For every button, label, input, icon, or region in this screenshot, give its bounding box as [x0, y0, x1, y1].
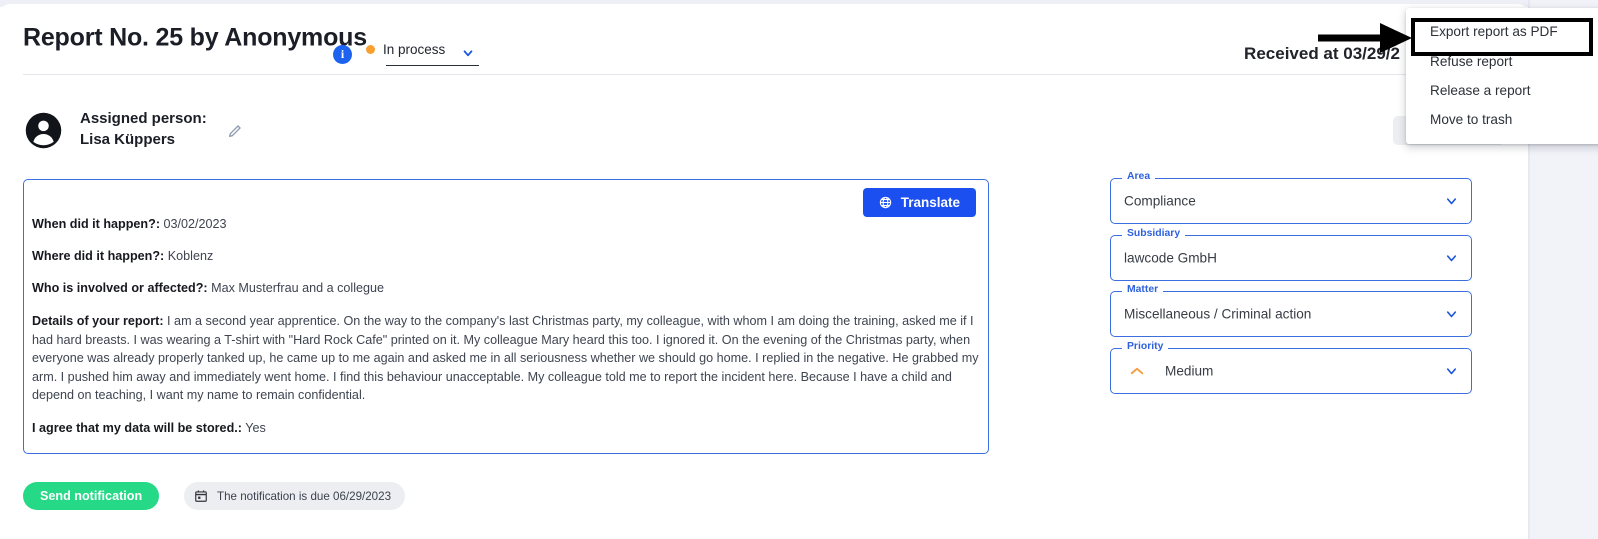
send-notification-button[interactable]: Send notification [23, 482, 160, 510]
report-field-consent-label: I agree that my data will be stored.: [32, 420, 242, 435]
area-select-legend: Area [1122, 171, 1156, 182]
received-date: Received at 03/29/2 [1244, 44, 1400, 63]
report-field-who-label: Who is involved or affected?: [32, 281, 208, 295]
subsidiary-select-legend: Subsidiary [1122, 228, 1186, 239]
pencil-icon[interactable] [227, 123, 243, 139]
report-field-where: Where did it happen?: Koblenz [32, 248, 982, 265]
header: Report No. 25 by Anonymous i In process … [0, 14, 1528, 68]
status-selector[interactable]: In process [366, 42, 445, 62]
info-icon[interactable]: i [333, 45, 352, 64]
notification-due-chip: The notification is due 06/29/2023 [184, 482, 406, 510]
matter-select-value: Miscellaneous / Criminal action [1124, 306, 1312, 322]
menu-item-export-pdf[interactable]: Export report as PDF [1406, 17, 1598, 46]
report-field-details: Details of your report: I am a second ye… [32, 312, 982, 405]
page-root: Report No. 25 by Anonymous i In process … [0, 0, 1598, 539]
chevron-down-icon[interactable] [1444, 307, 1459, 322]
report-body: When did it happen?: 03/02/2023 Where di… [32, 216, 982, 437]
matter-select-legend: Matter [1122, 284, 1164, 295]
user-avatar-icon [25, 112, 62, 149]
priority-select-value: Medium [1165, 363, 1214, 379]
menu-item-release-report[interactable]: Release a report [1406, 76, 1598, 105]
report-field-who: Who is involved or affected?: Max Muster… [32, 280, 982, 297]
report-field-who-value: Max Musterfrau and a collegue [207, 281, 385, 295]
subsidiary-select[interactable]: Subsidiary lawcode GmbH [1110, 228, 1472, 281]
assigned-person-name: Lisa Küppers [80, 131, 176, 148]
calendar-icon [194, 489, 208, 503]
priority-select[interactable]: Priority Medium [1110, 341, 1472, 394]
area-select[interactable]: Area Compliance [1110, 171, 1472, 224]
priority-select-legend: Priority [1122, 341, 1169, 352]
report-field-where-value: Koblenz [164, 249, 214, 263]
menu-item-refuse-report[interactable]: Refuse report [1406, 47, 1598, 76]
chevron-down-icon[interactable] [1444, 364, 1459, 379]
matter-select[interactable]: Matter Miscellaneous / Criminal action [1110, 284, 1472, 337]
area-select-value: Compliance [1124, 193, 1196, 209]
report-field-details-value: I am a second year apprentice. On the wa… [32, 314, 979, 403]
globe-icon [879, 196, 892, 209]
report-field-consent-value: Yes [241, 420, 266, 435]
notification-due-label: The notification is due 06/29/2023 [217, 489, 392, 503]
translate-button-label: Translate [900, 195, 960, 210]
report-field-consent: I agree that my data will be stored.: Ye… [32, 420, 982, 437]
report-actions-menu: Export report as PDF Refuse report Relea… [1406, 8, 1598, 144]
assigned-person-text: Assigned person: Lisa Küppers [80, 108, 207, 150]
report-content-card: Translate When did it happen?: 03/02/202… [23, 179, 989, 454]
report-field-where-label: Where did it happen?: [32, 249, 165, 263]
chevron-down-icon[interactable] [1444, 251, 1459, 266]
header-divider [23, 74, 1505, 75]
translate-button[interactable]: Translate [862, 188, 976, 217]
assigned-person-label: Assigned person: [80, 110, 207, 127]
status-label: In process [383, 42, 446, 57]
subsidiary-select-value: lawcode GmbH [1124, 250, 1217, 266]
menu-item-move-to-trash[interactable]: Move to trash [1406, 105, 1598, 134]
status-underline [386, 65, 479, 67]
chevron-down-icon[interactable] [461, 46, 475, 60]
status-dot-icon [366, 45, 375, 54]
report-field-when: When did it happen?: 03/02/2023 [32, 216, 982, 233]
page-title: Report No. 25 by Anonymous [23, 23, 367, 52]
chevron-up-icon [1128, 362, 1146, 380]
report-field-when-value: 03/02/2023 [160, 217, 227, 231]
report-field-when-label: When did it happen?: [32, 217, 161, 231]
report-field-details-label: Details of your report: [32, 314, 164, 328]
chevron-down-icon[interactable] [1444, 194, 1459, 209]
